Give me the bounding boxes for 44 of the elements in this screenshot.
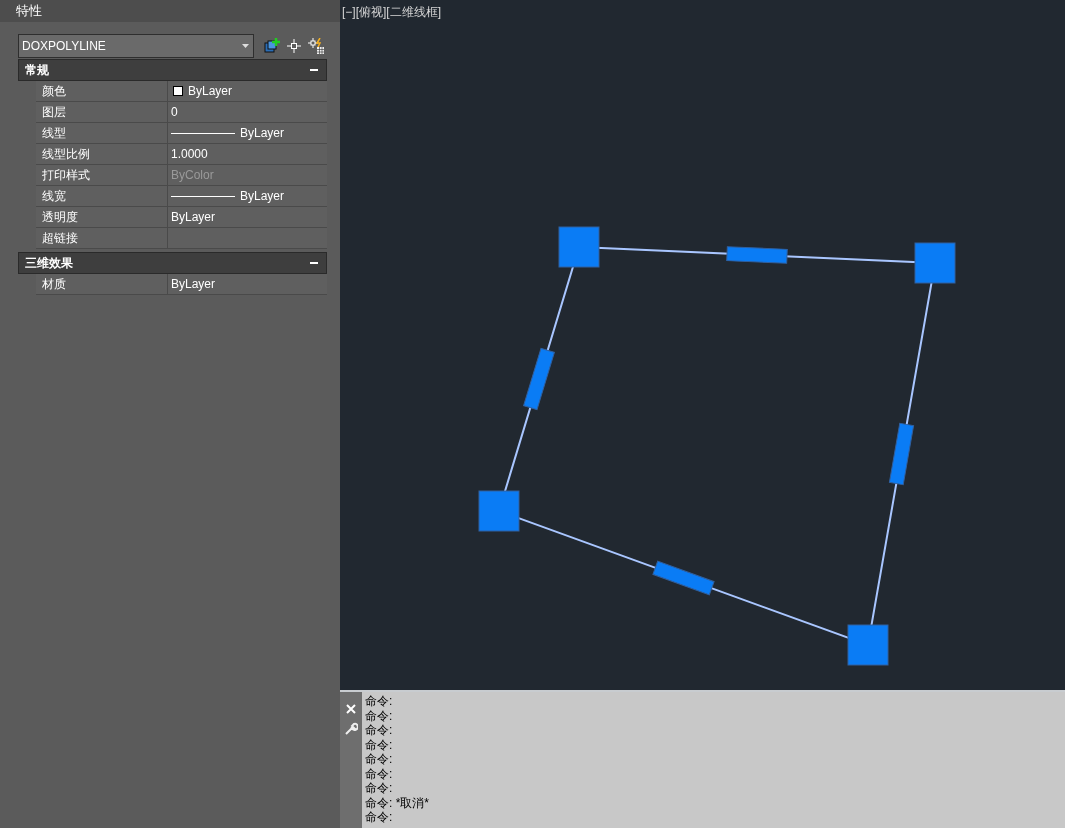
- property-label: 透明度: [36, 207, 168, 227]
- quick-select-icon[interactable]: [308, 38, 324, 54]
- property-value[interactable]: ByLayer: [168, 186, 327, 206]
- command-line: 命令:: [365, 737, 394, 752]
- color-swatch-icon: [173, 86, 183, 96]
- command-line: 命令:: [365, 723, 394, 738]
- vertex-grip[interactable]: [914, 242, 956, 284]
- line-sample-icon: [171, 195, 235, 197]
- add-selection-icon[interactable]: [264, 38, 280, 54]
- viewport-label[interactable]: [−][俯视][二维线框]: [342, 3, 441, 21]
- command-line: 命令: *取消*: [365, 795, 430, 810]
- line-sample-icon: [171, 132, 235, 134]
- command-line: 命令:: [365, 781, 394, 796]
- crosshair-icon[interactable]: [287, 39, 301, 53]
- vertex-grip[interactable]: [478, 490, 520, 532]
- property-value[interactable]: ByLayer: [168, 81, 327, 101]
- command-line: 命令:: [365, 752, 394, 767]
- panel-title: 特性: [0, 0, 340, 22]
- close-icon[interactable]: [346, 704, 356, 714]
- command-line: 命令:: [365, 810, 394, 825]
- property-label: 材质: [36, 274, 168, 294]
- section-header[interactable]: 常规: [18, 59, 327, 81]
- property-label: 线宽: [36, 186, 168, 206]
- vertex-grip[interactable]: [847, 624, 889, 666]
- property-label: 线型: [36, 123, 168, 143]
- vertex-grip[interactable]: [558, 226, 600, 268]
- property-value[interactable]: ByLayer: [168, 207, 327, 227]
- property-value[interactable]: 0: [168, 102, 327, 122]
- property-label: 颜色: [36, 81, 168, 101]
- property-value[interactable]: 1.0000: [168, 144, 327, 164]
- command-line: 命令:: [365, 708, 394, 723]
- property-label: 线型比例: [36, 144, 168, 164]
- property-label: 打印样式: [36, 165, 168, 185]
- midpoint-grip[interactable]: [726, 246, 788, 264]
- property-value[interactable]: ByLayer: [168, 123, 327, 143]
- command-line: 命令:: [365, 694, 394, 709]
- property-label: 图层: [36, 102, 168, 122]
- wrench-icon[interactable]: [344, 722, 358, 736]
- property-value[interactable]: ByLayer: [168, 274, 327, 294]
- caret-icon: [242, 44, 249, 48]
- object-type-dropdown[interactable]: DOXPOLYLINE: [18, 34, 254, 58]
- property-label: 超链接: [36, 228, 168, 248]
- command-line: 命令:: [365, 766, 394, 781]
- section-header[interactable]: 三维效果: [18, 252, 327, 274]
